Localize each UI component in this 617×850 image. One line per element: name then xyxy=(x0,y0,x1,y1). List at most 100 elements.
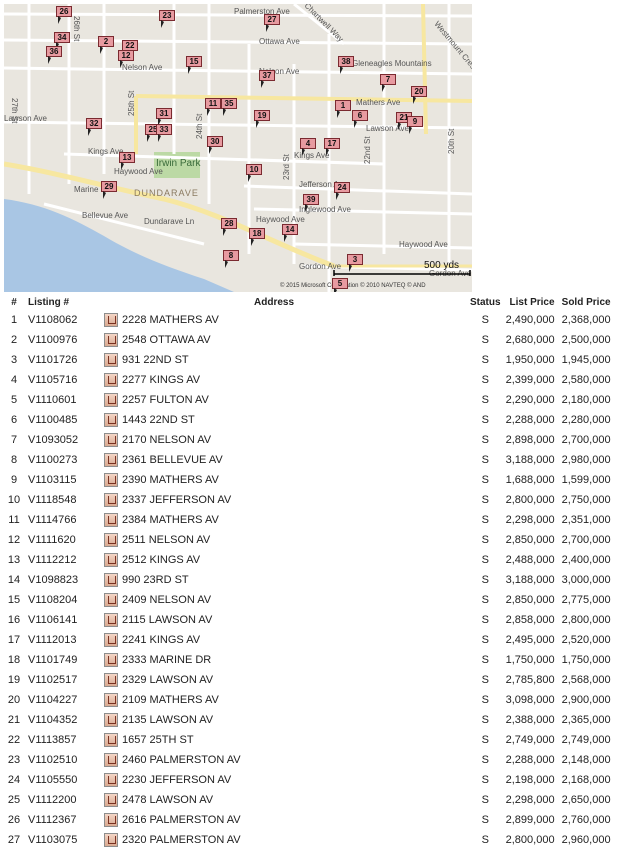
map-pin-20[interactable]: 20 xyxy=(411,86,428,104)
map-pin-18[interactable]: 18 xyxy=(249,228,266,246)
map-pin-28[interactable]: 28 xyxy=(221,218,238,236)
map-pin-14[interactable]: 14 xyxy=(282,224,299,242)
map-pin-4[interactable]: 4 xyxy=(300,138,317,156)
map-pin-7[interactable]: 7 xyxy=(380,74,397,92)
listing-number[interactable]: V1093052 xyxy=(28,430,104,450)
listing-number[interactable]: V1111620 xyxy=(28,530,104,550)
house-photo-icon[interactable] xyxy=(104,313,118,327)
house-photo-icon[interactable] xyxy=(104,413,118,427)
listing-number[interactable]: V1108062 xyxy=(28,310,104,330)
house-photo-icon[interactable] xyxy=(104,673,118,687)
listing-number[interactable]: V1104352 xyxy=(28,710,104,730)
listing-number[interactable]: V1110601 xyxy=(28,390,104,410)
house-photo-icon[interactable] xyxy=(104,653,118,667)
map-pin-32[interactable]: 32 xyxy=(86,118,103,136)
listing-number[interactable]: V1112367 xyxy=(28,810,104,830)
listing-number[interactable]: V1106141 xyxy=(28,610,104,630)
map-pin-36[interactable]: 36 xyxy=(46,46,63,64)
listing-number[interactable]: V1100485 xyxy=(28,410,104,430)
house-photo-icon[interactable] xyxy=(104,793,118,807)
table-row[interactable]: 15 V1108204 2409 NELSON AV S 2,850,000 2,775,… xyxy=(0,590,611,610)
house-photo-icon[interactable] xyxy=(104,573,118,587)
map-pin-5[interactable]: 5 xyxy=(332,278,349,292)
table-row[interactable]: 8 V1100273 2361 BELLEVUE AV S 3,188,000 2,980… xyxy=(0,450,611,470)
table-row[interactable]: 20 V1104227 2109 MATHERS AV S 3,098,000 2,900… xyxy=(0,690,611,710)
map-pin-19[interactable]: 19 xyxy=(254,110,271,128)
listing-number[interactable]: V1102517 xyxy=(28,670,104,690)
listing-number[interactable]: V1101749 xyxy=(28,650,104,670)
table-row[interactable]: 19 V1102517 2329 LAWSON AV S 2,785,800 2,568,… xyxy=(0,670,611,690)
table-row[interactable]: 23 V1102510 2460 PALMERSTON AV S 2,288,000 2,… xyxy=(0,750,611,770)
listing-number[interactable]: V1113857 xyxy=(28,730,104,750)
table-row[interactable]: 12 V1111620 2511 NELSON AV S 2,850,000 2,700,… xyxy=(0,530,611,550)
map-view[interactable]: Palmerston Ave Ottawa Ave Nelson Ave Nel… xyxy=(4,4,472,292)
listing-number[interactable]: V1112212 xyxy=(28,550,104,570)
map-pin-3[interactable]: 3 xyxy=(347,254,364,272)
map-pin-12[interactable]: 12 xyxy=(118,50,135,68)
listing-number[interactable]: V1098823 xyxy=(28,570,104,590)
house-photo-icon[interactable] xyxy=(104,533,118,547)
table-row[interactable]: 26 V1112367 2616 PALMERSTON AV S 2,899,000 2,… xyxy=(0,810,611,830)
table-row[interactable]: 24 V1105550 2230 JEFFERSON AV S 2,198,000 2,1… xyxy=(0,770,611,790)
house-photo-icon[interactable] xyxy=(104,633,118,647)
map-pin-1[interactable]: 1 xyxy=(335,100,352,118)
table-row[interactable]: 17 V1112013 2241 KINGS AV S 2,495,000 2,520,0… xyxy=(0,630,611,650)
house-photo-icon[interactable] xyxy=(104,513,118,527)
table-row[interactable]: 10 V1118548 2337 JEFFERSON AV S 2,800,000 2,7… xyxy=(0,490,611,510)
table-row[interactable]: 18 V1101749 2333 MARINE DR S 1,750,000 1,750,… xyxy=(0,650,611,670)
listing-number[interactable]: V1105716 xyxy=(28,370,104,390)
table-row[interactable]: 27 V1103075 2320 PALMERSTON AV S 2,800,000 2,… xyxy=(0,830,611,850)
listing-number[interactable]: V1102510 xyxy=(28,750,104,770)
house-photo-icon[interactable] xyxy=(104,713,118,727)
listing-number[interactable]: V1100273 xyxy=(28,450,104,470)
listing-number[interactable]: V1101726 xyxy=(28,350,104,370)
table-row[interactable]: 2 V1100976 2548 OTTAWA AV S 2,680,000 2,500,0… xyxy=(0,330,611,350)
house-photo-icon[interactable] xyxy=(104,493,118,507)
map-pin-37[interactable]: 37 xyxy=(259,70,276,88)
house-photo-icon[interactable] xyxy=(104,433,118,447)
table-row[interactable]: 11 V1114766 2384 MATHERS AV S 2,298,000 2,351… xyxy=(0,510,611,530)
table-row[interactable]: 4 V1105716 2277 KINGS AV S 2,399,000 2,580,00… xyxy=(0,370,611,390)
table-row[interactable]: 1 V1108062 2228 MATHERS AV S 2,490,000 2,368,… xyxy=(0,310,611,330)
table-row[interactable]: 21 V1104352 2135 LAWSON AV S 2,388,000 2,365,… xyxy=(0,710,611,730)
map-pin-11[interactable]: 11 xyxy=(205,98,222,116)
map-pin-9[interactable]: 9 xyxy=(407,116,424,134)
map-pin-6[interactable]: 6 xyxy=(352,110,369,128)
map-pin-39[interactable]: 39 xyxy=(303,194,320,212)
map-pin-10[interactable]: 10 xyxy=(246,164,263,182)
house-photo-icon[interactable] xyxy=(104,453,118,467)
map-pin-17[interactable]: 17 xyxy=(324,138,341,156)
house-photo-icon[interactable] xyxy=(104,473,118,487)
house-photo-icon[interactable] xyxy=(104,753,118,767)
house-photo-icon[interactable] xyxy=(104,593,118,607)
table-row[interactable]: 5 V1110601 2257 FULTON AV S 2,290,000 2,180,0… xyxy=(0,390,611,410)
map-pin-8[interactable]: 8 xyxy=(223,250,240,268)
house-photo-icon[interactable] xyxy=(104,813,118,827)
table-row[interactable]: 22 V1113857 1657 25TH ST S 2,749,000 2,749,00… xyxy=(0,730,611,750)
map-pin-26[interactable]: 26 xyxy=(56,6,73,24)
house-photo-icon[interactable] xyxy=(104,613,118,627)
map-pin-30[interactable]: 30 xyxy=(207,136,224,154)
map-pin-2[interactable]: 2 xyxy=(98,36,115,54)
map-pin-38[interactable]: 38 xyxy=(338,56,355,74)
listing-number[interactable]: V1103115 xyxy=(28,470,104,490)
house-photo-icon[interactable] xyxy=(104,773,118,787)
house-photo-icon[interactable] xyxy=(104,393,118,407)
map-pin-13[interactable]: 13 xyxy=(119,152,136,170)
map-pin-27[interactable]: 27 xyxy=(264,14,281,32)
house-photo-icon[interactable] xyxy=(104,693,118,707)
map-pin-24[interactable]: 24 xyxy=(334,182,351,200)
listing-number[interactable]: V1105550 xyxy=(28,770,104,790)
table-row[interactable]: 6 V1100485 1443 22ND ST S 2,288,000 2,280,000 xyxy=(0,410,611,430)
map-pin-15[interactable]: 15 xyxy=(186,56,203,74)
house-photo-icon[interactable] xyxy=(104,733,118,747)
listing-number[interactable]: V1108204 xyxy=(28,590,104,610)
listing-number[interactable]: V1103075 xyxy=(28,830,104,850)
table-row[interactable]: 25 V1112200 2478 LAWSON AV S 2,298,000 2,650,… xyxy=(0,790,611,810)
map-pin-33[interactable]: 33 xyxy=(156,124,173,142)
map-pin-29[interactable]: 29 xyxy=(101,181,118,199)
house-photo-icon[interactable] xyxy=(104,353,118,367)
house-photo-icon[interactable] xyxy=(104,373,118,387)
table-row[interactable]: 16 V1106141 2115 LAWSON AV S 2,858,000 2,800,… xyxy=(0,610,611,630)
table-row[interactable]: 9 V1103115 2390 MATHERS AV S 1,688,000 1,599,… xyxy=(0,470,611,490)
